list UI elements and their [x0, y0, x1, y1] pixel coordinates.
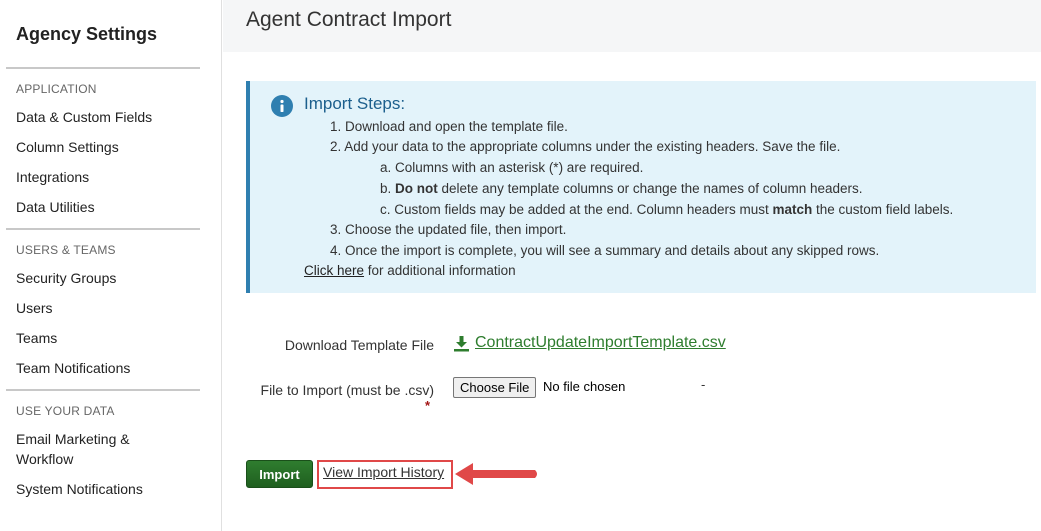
step-text: c. Custom fields may be added at the end… — [380, 202, 773, 217]
page-title: Agent Contract Import — [246, 8, 452, 31]
file-dash: - — [701, 377, 706, 392]
sidebar-item-team-notifications[interactable]: Team Notifications — [16, 358, 130, 378]
sidebar-divider — [6, 67, 200, 69]
step-emphasis: Do not — [395, 181, 438, 196]
step-2: 2. Add your data to the appropriate colu… — [330, 139, 841, 154]
sidebar-item-label: Email Marketing & — [16, 431, 130, 447]
import-steps-panel: Import Steps: 1. Download and open the t… — [246, 81, 1036, 293]
step-2c: c. Custom fields may be added at the end… — [380, 202, 953, 217]
sidebar-item-teams[interactable]: Teams — [16, 328, 57, 348]
sidebar-title: Agency Settings — [16, 24, 158, 44]
sidebar-item-integrations[interactable]: Integrations — [16, 167, 89, 187]
step-2b: b. Do not delete any template columns or… — [380, 181, 863, 196]
step-text: delete any template columns or change th… — [437, 181, 863, 196]
arrow-left-icon — [455, 463, 537, 485]
step-1: 1. Download and open the template file. — [330, 119, 568, 134]
step-2a: a. Columns with an asterisk (*) are requ… — [380, 160, 644, 175]
section-label-use-your-data: USE YOUR DATA — [16, 404, 115, 418]
click-here-link[interactable]: Click here — [304, 263, 364, 278]
section-label-application: APPLICATION — [16, 82, 97, 96]
import-steps-heading: Import Steps: — [304, 94, 406, 113]
sidebar-item-users[interactable]: Users — [16, 298, 53, 318]
page-header: Agent Contract Import — [223, 0, 1041, 52]
step-text: b. — [380, 181, 396, 196]
sidebar-divider — [6, 389, 200, 391]
sidebar: Agency Settings APPLICATION Data & Custo… — [0, 0, 222, 531]
sidebar-item-data-custom-fields[interactable]: Data & Custom Fields — [16, 107, 152, 127]
step-text: the custom field labels. — [812, 202, 954, 217]
info-icon — [271, 95, 293, 117]
sidebar-item-label: Workflow — [16, 451, 74, 467]
download-template-label: Download Template File — [284, 337, 434, 353]
step-emphasis: match — [772, 202, 813, 217]
choose-file-button[interactable]: Choose File — [453, 377, 537, 398]
file-to-import-label: File to Import (must be .csv) — [260, 382, 434, 398]
download-template-filename: ContractUpdateImportTemplate.csv — [475, 334, 726, 351]
sidebar-item-security-groups[interactable]: Security Groups — [16, 268, 116, 288]
view-import-history-link[interactable]: View Import History — [323, 464, 444, 480]
step-3: 3. Choose the updated file, then import. — [330, 222, 567, 237]
additional-info: Click here for additional information — [304, 263, 516, 278]
download-icon — [454, 335, 469, 351]
import-button[interactable]: Import — [246, 460, 313, 488]
file-status-text: No file chosen — [543, 379, 626, 394]
additional-info-text: for additional information — [364, 263, 516, 278]
sidebar-item-column-settings[interactable]: Column Settings — [16, 137, 119, 157]
sidebar-divider — [6, 228, 200, 230]
main-content: Agent Contract Import Import Steps: 1. D… — [223, 0, 1041, 531]
section-label-users-teams: USERS & TEAMS — [16, 243, 116, 257]
step-4: 4. Once the import is complete, you will… — [330, 243, 880, 258]
sidebar-item-system-notifications[interactable]: System Notifications — [16, 479, 143, 499]
sidebar-item-data-utilities[interactable]: Data Utilities — [16, 197, 95, 217]
download-template-link[interactable]: ContractUpdateImportTemplate.csv — [453, 334, 726, 352]
required-asterisk: * — [425, 398, 431, 413]
sidebar-item-email-marketing-workflow[interactable]: Email Marketing & Workflow — [16, 429, 130, 469]
